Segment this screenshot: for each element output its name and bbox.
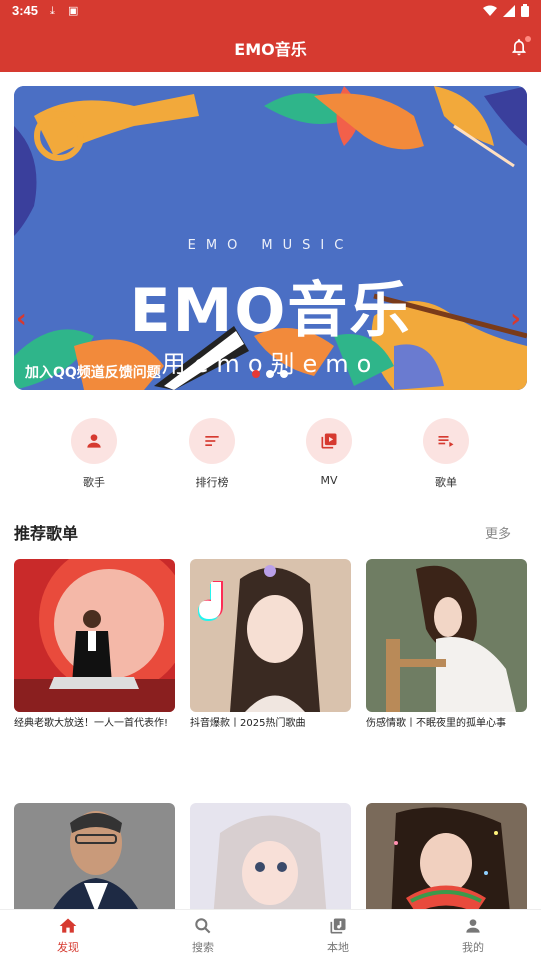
notification-a-icon: ▣ [68, 4, 79, 17]
home-icon [59, 918, 77, 933]
banner-prev-icon[interactable]: ‹ [16, 304, 27, 334]
nav-local[interactable]: 本地 [298, 916, 378, 955]
carousel-indicator [252, 370, 288, 378]
signal-icon [503, 4, 515, 17]
nav-label: 本地 [327, 941, 349, 954]
category-singer[interactable]: 歌手 [54, 418, 134, 490]
music-library-icon [330, 918, 346, 934]
person-icon [87, 434, 101, 448]
banner-subtitle: EMO MUSIC [187, 238, 354, 253]
category-label: 歌手 [83, 476, 105, 489]
notification-badge [525, 36, 531, 42]
playlist-card[interactable]: 伤感情歌丨不眠夜里的孤单心事 [366, 559, 527, 731]
category-shortcuts: 歌手 排行榜 MV 歌单 [0, 418, 541, 490]
category-ranking[interactable]: 排行榜 [172, 418, 252, 490]
more-link[interactable]: 更多 [485, 523, 511, 542]
section-title: 推荐歌单 [14, 524, 79, 543]
carousel-dot[interactable] [266, 370, 274, 378]
download-icon: ⤓ [50, 4, 55, 17]
nav-mine[interactable]: 我的 [433, 916, 513, 955]
nav-search[interactable]: 搜索 [163, 916, 243, 955]
playlist-card[interactable]: 抖音爆款丨2025热门歌曲 [190, 559, 351, 731]
nav-label: 我的 [462, 941, 484, 954]
playlist-title: 抖音爆款丨2025热门歌曲 [190, 718, 306, 729]
category-playlist[interactable]: 歌单 [406, 418, 486, 490]
playlist-title: 经典老歌大放送！一人一首代表作! [14, 718, 169, 729]
status-time: 3:45 [12, 3, 39, 18]
banner-next-icon[interactable]: › [510, 304, 521, 334]
search-icon [195, 918, 211, 934]
category-label: MV [320, 474, 338, 487]
nav-label: 发现 [57, 941, 79, 954]
app-screen: 3:45 ⤓ ▣ EMO音乐 EMO MUSIC EMO音乐 用emo别emo … [0, 0, 541, 961]
ranking-icon [205, 436, 219, 446]
playlist-cover [14, 559, 175, 712]
carousel-dot[interactable] [252, 370, 260, 378]
user-icon [466, 919, 480, 933]
playlist-cover [366, 559, 527, 712]
battery-icon [521, 4, 529, 17]
wifi-icon [483, 5, 497, 16]
playlist-cover [190, 559, 351, 712]
status-bar: 3:45 ⤓ ▣ [0, 0, 541, 24]
video-library-icon [321, 433, 337, 449]
nav-label: 搜索 [192, 941, 214, 954]
top-app-bar: 3:45 ⤓ ▣ EMO音乐 [0, 0, 541, 72]
category-label: 歌单 [435, 476, 457, 489]
category-label: 排行榜 [195, 476, 229, 489]
playlist-icon [438, 436, 454, 447]
category-mv[interactable]: MV [289, 418, 369, 487]
banner-headline: EMO音乐 [129, 276, 412, 346]
playlist-title: 伤感情歌丨不眠夜里的孤单心事 [366, 718, 506, 729]
nav-discover[interactable]: 发现 [28, 916, 108, 955]
carousel-dot[interactable] [280, 370, 288, 378]
app-title: EMO音乐 [234, 40, 307, 59]
playlist-card[interactable]: 经典老歌大放送！一人一首代表作! [14, 559, 175, 731]
banner-carousel[interactable]: EMO MUSIC EMO音乐 用emo别emo ‹ › [14, 86, 527, 390]
bottom-navigation: 发现 搜索 本地 我的 [0, 909, 541, 961]
banner-caption: 加入QQ频道反馈问题 [25, 365, 161, 381]
